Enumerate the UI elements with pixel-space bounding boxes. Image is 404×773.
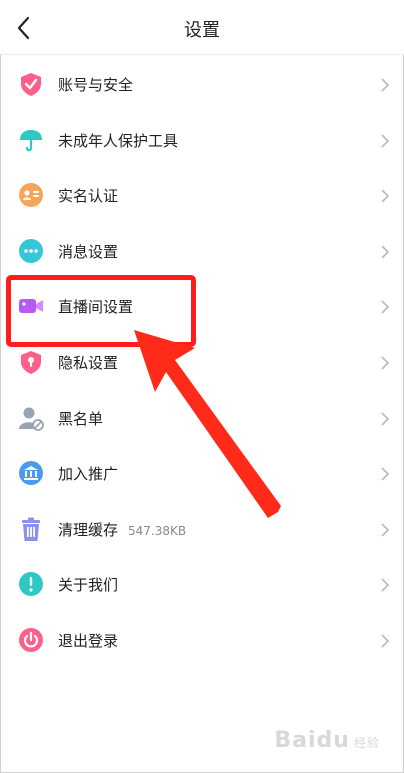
id-card-icon bbox=[19, 183, 43, 208]
chevron-right-icon bbox=[381, 245, 390, 259]
chevron-right-icon bbox=[381, 300, 390, 315]
chevron-right-icon bbox=[381, 467, 390, 481]
settings-item-logout[interactable]: 退出登录 bbox=[0, 613, 404, 669]
nav-bar: 设置 bbox=[0, 0, 404, 55]
settings-item-label: 关于我们 bbox=[58, 576, 119, 595]
settings-item-clear-cache[interactable]: 清理缓存 547.38KB bbox=[0, 502, 404, 558]
settings-item-label: 消息设置 bbox=[58, 242, 119, 261]
umbrella-icon bbox=[20, 129, 42, 151]
settings-item-label: 加入推广 bbox=[58, 465, 119, 484]
settings-item-label: 退出登录 bbox=[58, 631, 119, 650]
chevron-right-icon bbox=[381, 189, 390, 203]
page-title: 设置 bbox=[184, 20, 220, 41]
chevron-right-icon bbox=[381, 133, 390, 148]
settings-item-label: 实名认证 bbox=[58, 187, 119, 206]
settings-item-blacklist[interactable]: 黑名单 bbox=[0, 391, 404, 447]
building-icon bbox=[19, 461, 43, 486]
cache-size: 547.38KB bbox=[128, 523, 187, 538]
chevron-right-icon bbox=[381, 356, 390, 370]
settings-item-label: 黑名单 bbox=[58, 409, 104, 428]
settings-item-about[interactable]: 关于我们 bbox=[0, 557, 404, 613]
settings-list: 账号与安全 未成年人保护工具 实名认证 消息设置 直播间设置 隐私设置 黑名单 … bbox=[0, 57, 404, 669]
settings-item-minor-protection[interactable]: 未成年人保护工具 bbox=[0, 113, 404, 169]
trash-icon bbox=[22, 517, 40, 541]
chevron-right-icon bbox=[381, 78, 390, 92]
chevron-right-icon bbox=[381, 578, 390, 592]
shield-check-icon bbox=[21, 73, 41, 96]
settings-item-real-name[interactable]: 实名认证 bbox=[0, 168, 404, 224]
chevron-right-icon bbox=[381, 523, 390, 537]
settings-item-account-security[interactable]: 账号与安全 bbox=[0, 57, 404, 113]
blocked-user-icon bbox=[19, 407, 44, 431]
settings-item-label: 隐私设置 bbox=[58, 353, 119, 372]
settings-item-label: 未成年人保护工具 bbox=[58, 131, 179, 150]
highlight-box bbox=[6, 275, 196, 347]
settings-item-label: 清理缓存 547.38KB bbox=[58, 520, 187, 539]
chevron-right-icon bbox=[381, 411, 390, 426]
info-icon bbox=[19, 572, 43, 597]
chat-bubble-icon bbox=[19, 238, 43, 263]
power-icon bbox=[19, 627, 43, 652]
settings-item-promotion[interactable]: 加入推广 bbox=[0, 446, 404, 502]
settings-item-messages[interactable]: 消息设置 bbox=[0, 224, 404, 280]
settings-item-label: 账号与安全 bbox=[58, 76, 134, 94]
watermark: Baidu 经验 bbox=[274, 728, 380, 753]
chevron-right-icon bbox=[381, 634, 390, 648]
privacy-lock-icon bbox=[21, 350, 41, 374]
